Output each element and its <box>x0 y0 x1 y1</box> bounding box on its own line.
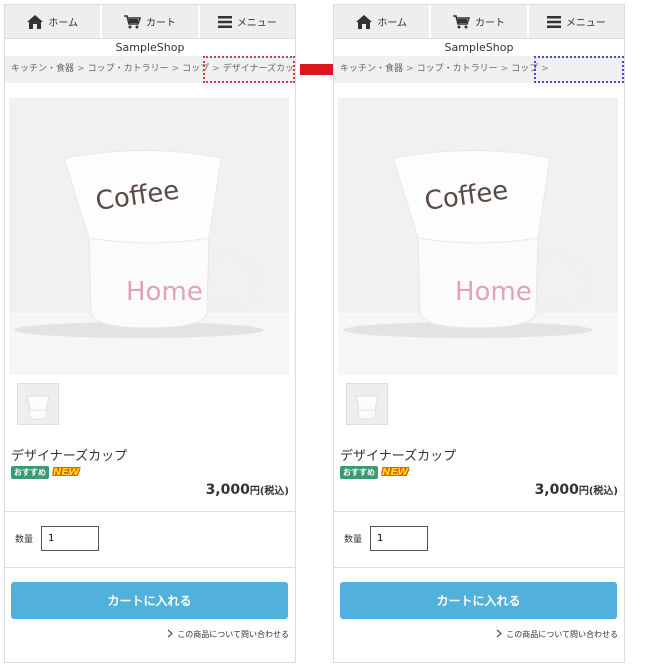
product-thumbnail[interactable] <box>17 383 59 425</box>
inquiry-link[interactable]: この商品について問い合わせる <box>496 629 618 640</box>
divider <box>334 511 624 512</box>
chevron-right-icon <box>167 629 174 640</box>
breadcrumb-item[interactable]: キッチン・食器 <box>340 64 403 74</box>
product-badges: おすすめ NEW <box>340 466 408 479</box>
quantity-label: 数量 <box>15 535 34 545</box>
nav-home-label: ホーム <box>377 18 408 29</box>
breadcrumb-item[interactable]: コップ・カトラリー <box>417 64 498 74</box>
cup-text-home: Home <box>455 277 532 307</box>
product-main-image: Coffee Home <box>338 98 618 375</box>
cart-icon <box>123 14 141 29</box>
home-icon <box>356 14 373 29</box>
inquiry-link-label: この商品について問い合わせる <box>506 630 618 639</box>
phone-before: ホーム カート メニュー SampleShop キッチン・食器 > コップ・カトラリ… <box>4 4 296 663</box>
highlight-box-blue <box>534 56 624 83</box>
nav-home-label: ホーム <box>48 18 79 29</box>
inquiry-link-label: この商品について問い合わせる <box>177 630 289 639</box>
add-to-cart-button[interactable]: カートに入れる <box>340 582 617 619</box>
nav-cart[interactable]: カート <box>102 5 200 38</box>
price-tax: (税込) <box>259 486 289 497</box>
divider <box>334 567 624 568</box>
hamburger-icon <box>546 15 561 28</box>
nav-menu[interactable]: メニュー <box>200 5 295 38</box>
badge-new: NEW <box>382 467 409 478</box>
badge-recommend: おすすめ <box>340 466 378 479</box>
breadcrumb-separator: > <box>171 64 180 74</box>
product-price: 3,000円(税込) <box>206 482 289 498</box>
nav-cart-label: カート <box>145 18 176 29</box>
nav-cart[interactable]: カート <box>431 5 529 38</box>
breadcrumb-item[interactable]: コップ・カトラリー <box>88 64 169 74</box>
breadcrumb-separator: > <box>77 64 85 74</box>
breadcrumb-separator: > <box>406 64 414 74</box>
price-unit: 円 <box>249 486 260 497</box>
nav-menu[interactable]: メニュー <box>529 5 624 38</box>
quantity-input[interactable] <box>370 526 428 551</box>
inquiry-link[interactable]: この商品について問い合わせる <box>167 629 289 640</box>
price-value: 3,000 <box>534 482 579 498</box>
shop-name[interactable]: SampleShop <box>334 39 624 56</box>
highlight-box-red <box>203 56 295 83</box>
phone-after: ホーム カート メニュー SampleShop キッチン・食器 > コップ・カトラリ… <box>333 4 625 663</box>
hamburger-icon <box>217 15 232 28</box>
price-tax: (税込) <box>588 486 618 497</box>
badge-new: NEW <box>53 467 80 478</box>
shop-name[interactable]: SampleShop <box>5 39 295 56</box>
product-badges: おすすめ NEW <box>11 466 79 479</box>
price-unit: 円 <box>578 486 589 497</box>
badge-recommend: おすすめ <box>11 466 49 479</box>
product-name: デザイナーズカップ <box>11 449 128 464</box>
product-price: 3,000円(税込) <box>535 482 618 498</box>
nav-menu-label: メニュー <box>565 18 606 29</box>
cart-icon <box>452 14 470 29</box>
product-name: デザイナーズカップ <box>340 449 457 464</box>
breadcrumb: キッチン・食器 > コップ・カトラリー > コップ > <box>334 56 624 83</box>
nav-home[interactable]: ホーム <box>5 5 103 38</box>
add-to-cart-button[interactable]: カートに入れる <box>11 582 288 619</box>
nav-menu-label: メニュー <box>236 18 277 29</box>
chevron-right-icon <box>496 629 503 640</box>
global-nav: ホーム カート メニュー <box>5 5 295 39</box>
breadcrumb-item[interactable]: キッチン・食器 <box>11 64 74 74</box>
product-thumbnail[interactable] <box>346 383 388 425</box>
quantity-input[interactable] <box>41 526 99 551</box>
breadcrumb-separator: > <box>500 64 509 74</box>
divider <box>5 567 295 568</box>
breadcrumb: キッチン・食器>コップ・カトラリー>コップ>デザイナーズカップ <box>5 56 295 83</box>
cup-text-home: Home <box>126 277 203 307</box>
nav-home[interactable]: ホーム <box>334 5 432 38</box>
divider <box>5 511 295 512</box>
global-nav: ホーム カート メニュー <box>334 5 624 39</box>
home-icon <box>27 14 44 29</box>
product-main-image: Coffee Home <box>9 98 289 375</box>
price-value: 3,000 <box>205 482 250 498</box>
nav-cart-label: カート <box>474 18 505 29</box>
quantity-label: 数量 <box>344 535 363 545</box>
